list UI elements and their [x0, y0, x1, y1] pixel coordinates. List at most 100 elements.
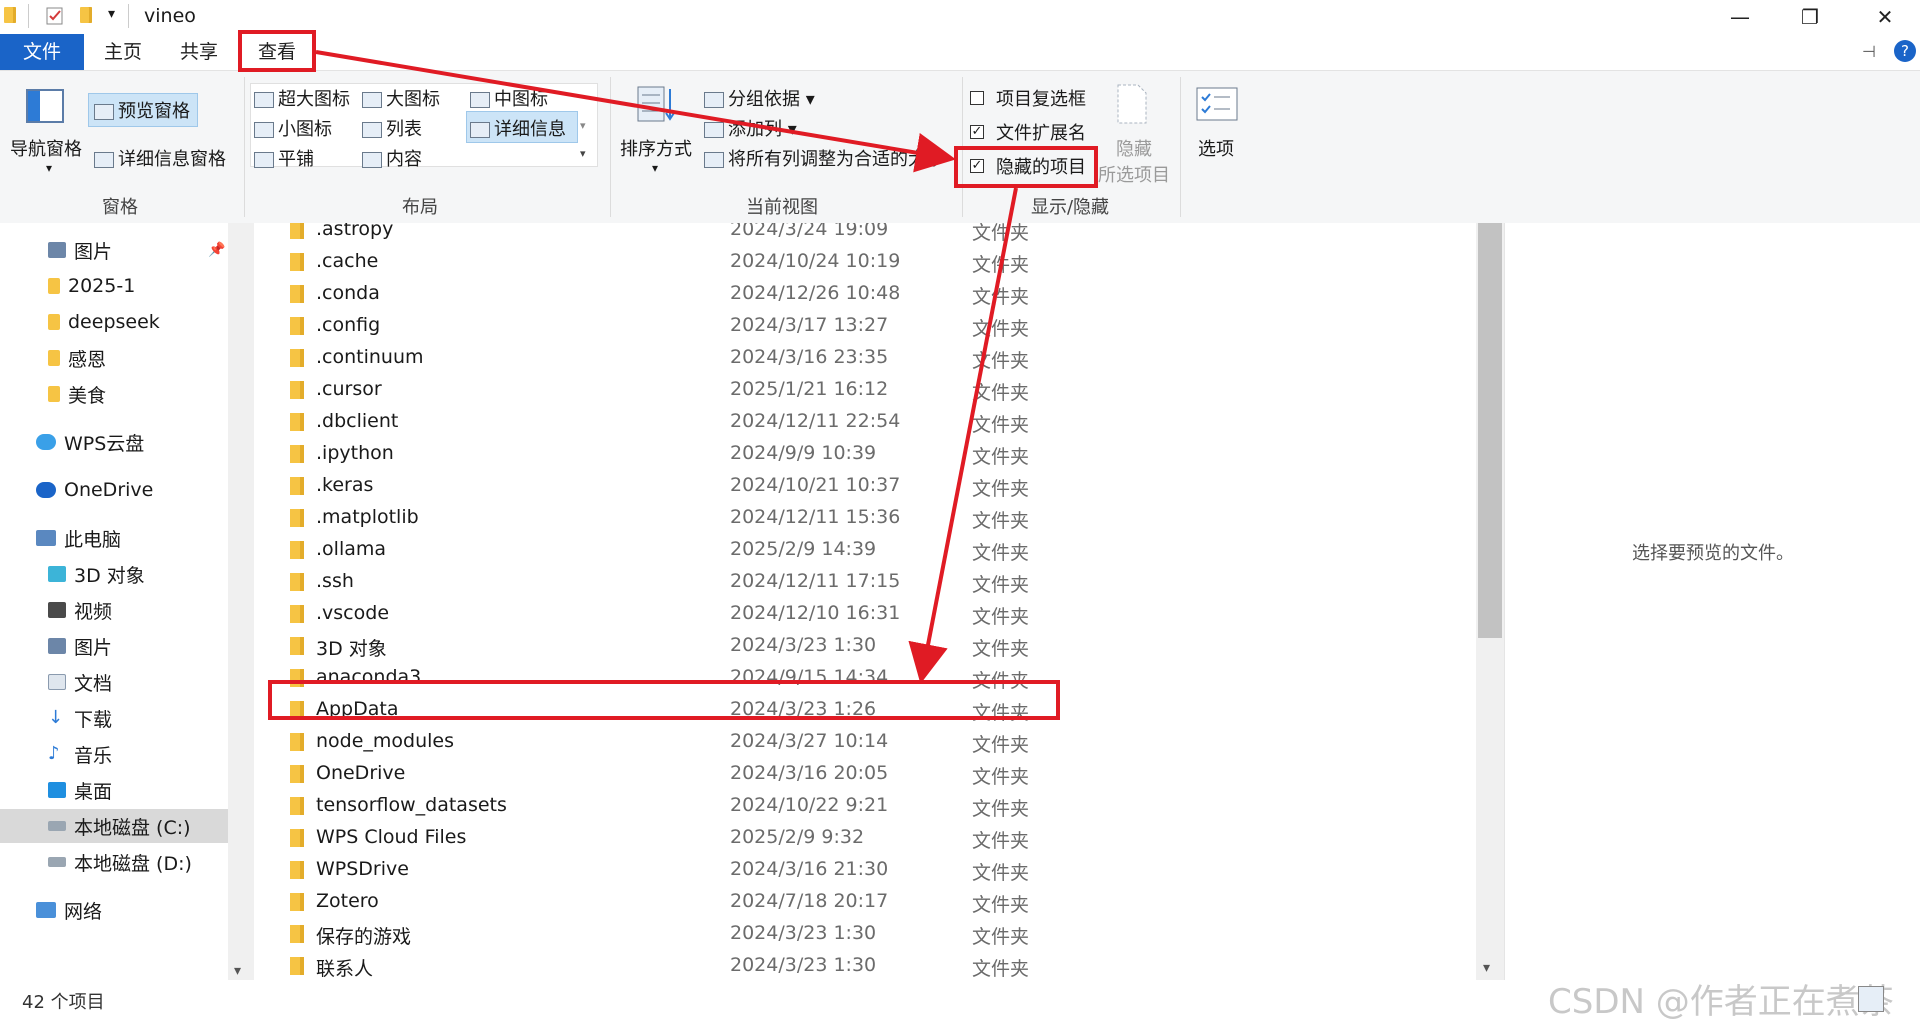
size-all-columns-button[interactable]: 将所有列调整为合适的大小 [704, 145, 944, 171]
details-view-icon[interactable] [1858, 986, 1884, 1012]
layout-content[interactable]: 内容 [362, 145, 422, 171]
item-checkboxes-label[interactable]: 项目复选框 [996, 85, 1086, 111]
layout-medium-icons[interactable]: 中图标 [470, 85, 548, 111]
properties-icon[interactable] [46, 7, 64, 25]
close-button[interactable]: ✕ [1855, 0, 1915, 34]
nav-item-ganen[interactable]: 感恩 [0, 341, 228, 375]
group-label-layout: 布局 [402, 197, 438, 218]
divider [28, 4, 29, 28]
gallery-more-icon[interactable]: ▾ [580, 147, 586, 160]
file-row[interactable]: WPS Cloud Files 2025/2/9 9:32 文件夹 [254, 821, 1476, 853]
nav-item-3d-objects[interactable]: 3D 对象 [0, 557, 228, 591]
file-row[interactable]: .dbclient 2024/12/11 22:54 文件夹 [254, 405, 1476, 437]
options-button[interactable]: 选项 [1198, 135, 1234, 161]
download-icon: ↓ [48, 707, 64, 728]
help-icon[interactable]: ? [1894, 40, 1916, 62]
nav-item-desktop[interactable]: 桌面 [0, 773, 228, 807]
add-column-icon [704, 122, 724, 138]
file-row[interactable]: OneDrive 2024/3/16 20:05 文件夹 [254, 757, 1476, 789]
nav-item-pictures-quick[interactable]: 图片 📌 [0, 233, 228, 267]
file-row[interactable]: tensorflow_datasets 2024/10/22 9:21 文件夹 [254, 789, 1476, 821]
nav-item-videos[interactable]: 视频 [0, 593, 228, 627]
layout-list[interactable]: 列表 [362, 115, 422, 141]
file-row[interactable]: .config 2024/3/17 13:27 文件夹 [254, 309, 1476, 341]
nav-item-wps-cloud[interactable]: WPS云盘 [0, 425, 228, 459]
nav-pane-icon[interactable] [26, 89, 64, 123]
file-row[interactable]: .astropy 2024/3/24 19:09 文件夹 [254, 223, 1476, 245]
file-row[interactable]: .ssh 2024/12/11 17:15 文件夹 [254, 565, 1476, 597]
scroll-down-icon[interactable]: ▾ [1483, 960, 1490, 976]
restore-button[interactable]: ❐ [1780, 0, 1840, 34]
file-list-scroll-thumb[interactable] [1478, 223, 1502, 638]
tab-share[interactable]: 共享 [166, 34, 232, 70]
gallery-scroll-icon[interactable]: ▾ [580, 119, 586, 132]
chevron-down-icon[interactable]: ▾ [652, 161, 658, 175]
file-row[interactable]: .keras 2024/10/21 10:37 文件夹 [254, 469, 1476, 501]
file-row[interactable]: 3D 对象 2024/3/23 1:30 文件夹 [254, 629, 1476, 661]
nav-item-2025-1[interactable]: 2025-1 [0, 269, 228, 303]
file-name: .ipython [316, 442, 394, 464]
hide-selected-line1[interactable]: 隐藏 [1116, 135, 1152, 161]
file-row[interactable]: 保存的游戏 2024/3/23 1:30 文件夹 [254, 917, 1476, 949]
layout-tiles[interactable]: 平铺 [254, 145, 314, 171]
pin-icon[interactable]: 📌 [208, 242, 225, 258]
nav-item-music[interactable]: ♪ 音乐 [0, 737, 228, 771]
file-extensions-checkbox[interactable]: ✓ [970, 125, 984, 139]
nav-item-label: deepseek [68, 311, 160, 333]
file-row[interactable]: node_modules 2024/3/27 10:14 文件夹 [254, 725, 1476, 757]
file-row[interactable]: .continuum 2024/3/16 23:35 文件夹 [254, 341, 1476, 373]
file-row[interactable]: 联系人 2024/3/23 1:30 文件夹 [254, 949, 1476, 980]
sort-by-button[interactable]: 排序方式 [620, 135, 692, 161]
file-row[interactable]: Zotero 2024/7/18 20:17 文件夹 [254, 885, 1476, 917]
group-divider [1180, 77, 1181, 217]
minimize-button[interactable]: — [1710, 0, 1770, 34]
hide-selected-line2[interactable]: 所选项目 [1098, 161, 1170, 187]
nav-item-deepseek[interactable]: deepseek [0, 305, 228, 339]
file-row[interactable]: .cache 2024/10/24 10:19 文件夹 [254, 245, 1476, 277]
layout-small-icons[interactable]: 小图标 [254, 115, 332, 141]
file-row[interactable]: .matplotlib 2024/12/11 15:36 文件夹 [254, 501, 1476, 533]
layout-details[interactable]: 详细信息 [470, 115, 566, 141]
file-row[interactable]: .ollama 2025/2/9 14:39 文件夹 [254, 533, 1476, 565]
item-checkboxes-checkbox[interactable] [970, 91, 984, 105]
layout-large-icons[interactable]: 大图标 [362, 85, 440, 111]
tab-home[interactable]: 主页 [90, 34, 156, 70]
file-date: 2024/12/26 10:48 [730, 282, 901, 304]
hide-selected-icon[interactable] [1116, 83, 1148, 125]
pin-ribbon-icon[interactable]: ⊣ [1862, 42, 1876, 61]
chevron-down-icon[interactable]: ▾ [46, 161, 52, 175]
folder-icon [290, 637, 304, 655]
file-type: 文件夹 [972, 446, 1030, 468]
tab-file[interactable]: 文件 [0, 34, 84, 70]
file-extensions-label[interactable]: 文件扩展名 [996, 119, 1086, 145]
nav-item-downloads[interactable]: ↓ 下载 [0, 701, 228, 735]
nav-item-documents[interactable]: 文档 [0, 665, 228, 699]
chevron-down-icon[interactable]: ▾ [108, 6, 115, 22]
file-row[interactable]: WPSDrive 2024/3/16 21:30 文件夹 [254, 853, 1476, 885]
nav-item-drive-d[interactable]: 本地磁盘 (D:) [0, 845, 228, 879]
drive-icon [48, 821, 66, 831]
nav-item-network[interactable]: 网络 [0, 893, 228, 927]
options-icon[interactable] [1196, 87, 1238, 123]
nav-item-label: 视频 [74, 600, 113, 623]
nav-item-this-pc[interactable]: 此电脑 [0, 521, 228, 555]
folder-icon [290, 573, 304, 591]
nav-pane-button[interactable]: 导航窗格 [10, 135, 82, 161]
new-folder-icon[interactable] [80, 7, 98, 25]
nav-item-meishi[interactable]: 美食 [0, 377, 228, 411]
details-pane-button[interactable]: 详细信息窗格 [94, 145, 226, 171]
nav-item-onedrive[interactable]: OneDrive [0, 473, 228, 507]
file-row[interactable]: .vscode 2024/12/10 16:31 文件夹 [254, 597, 1476, 629]
sort-by-icon[interactable] [636, 85, 678, 125]
close-icon: ✕ [1876, 5, 1894, 29]
add-column-button[interactable]: 添加列 ▾ [704, 115, 797, 141]
nav-item-drive-c[interactable]: 本地磁盘 (C:) [0, 809, 228, 843]
nav-scrollbar[interactable]: ▾ [228, 223, 254, 980]
file-row[interactable]: .ipython 2024/9/9 10:39 文件夹 [254, 437, 1476, 469]
group-by-button[interactable]: 分组依据 ▾ [704, 85, 815, 111]
nav-item-pictures[interactable]: 图片 [0, 629, 228, 663]
layout-extra-large-icons[interactable]: 超大图标 [254, 85, 350, 111]
file-row[interactable]: .cursor 2025/1/21 16:12 文件夹 [254, 373, 1476, 405]
scroll-down-icon[interactable]: ▾ [234, 963, 241, 979]
file-row[interactable]: .conda 2024/12/26 10:48 文件夹 [254, 277, 1476, 309]
